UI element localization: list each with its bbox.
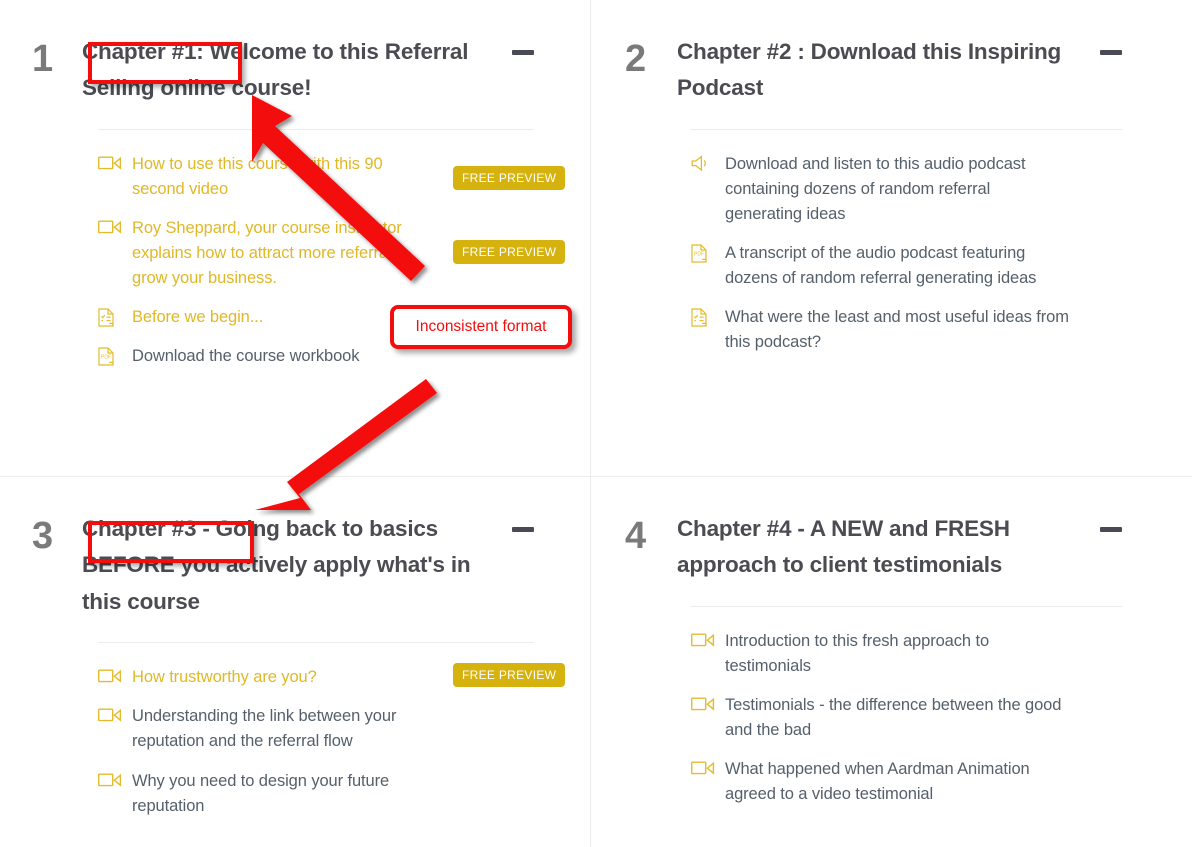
quiz-form-icon — [691, 305, 725, 327]
video-camera-icon — [98, 665, 132, 687]
chapter-header[interactable]: 4 Chapter #4 - A NEW and FRESH approach t… — [625, 511, 1122, 584]
pdf-document-icon: PDF — [98, 344, 132, 366]
chapter-number: 2 — [625, 38, 646, 80]
minus-collapse-icon[interactable] — [1100, 50, 1122, 55]
lesson-item[interactable]: PDF Download the course workbook — [98, 344, 534, 369]
chapter-title: Chapter #2 : Download this Inspiring Pod… — [677, 39, 1062, 101]
lesson-item[interactable]: Testimonials - the difference between th… — [691, 693, 1122, 743]
lesson-label: How trustworthy are you? — [132, 668, 317, 687]
lesson-item[interactable]: How to use this course with this 90 seco… — [98, 152, 566, 202]
chapter-card-4: 4 Chapter #4 - A NEW and FRESH approach t… — [591, 477, 1192, 847]
video-camera-icon — [98, 152, 132, 174]
lesson-label: Introduction to this fresh approach to t… — [725, 631, 990, 675]
lesson-list: Download and listen to this audio podcas… — [691, 130, 1122, 356]
lesson-label: Roy Sheppard, your course instructor exp… — [132, 219, 402, 288]
svg-text:PDF: PDF — [101, 355, 111, 361]
lesson-item[interactable]: Introduction to this fresh approach to t… — [691, 629, 1122, 679]
video-camera-icon — [98, 769, 132, 791]
lesson-label: A transcript of the audio podcast featur… — [725, 244, 1037, 288]
lesson-list: How to use this course with this 90 seco… — [98, 130, 566, 370]
chapter-title: Chapter #4 - A NEW and FRESH approach to… — [677, 516, 1010, 578]
chapter-card-3: 3 Chapter #3 - Going back to basics BEFOR… — [0, 477, 591, 847]
chapter-number: 3 — [32, 515, 53, 557]
lesson-label: Understanding the link between your repu… — [132, 707, 397, 751]
lesson-item[interactable]: Why you need to design your future reput… — [98, 769, 534, 819]
curriculum-grid: 1 Chapter #1: Welcome to this Referral Se… — [0, 0, 1192, 847]
lesson-list: How trustworthy are you? FREE PREVIEW Unde… — [98, 643, 566, 819]
lesson-item[interactable]: Before we begin... — [98, 305, 534, 330]
lesson-item[interactable]: Understanding the link between your repu… — [98, 704, 534, 754]
minus-collapse-icon[interactable] — [1100, 527, 1122, 532]
video-camera-icon — [691, 757, 725, 779]
lesson-item[interactable]: What were the least and most useful idea… — [691, 305, 1122, 355]
chapter-header[interactable]: 3 Chapter #3 - Going back to basics BEFOR… — [32, 511, 534, 620]
video-camera-icon — [691, 629, 725, 651]
minus-collapse-icon[interactable] — [512, 527, 534, 532]
chapter-header[interactable]: 1 Chapter #1: Welcome to this Referral Se… — [32, 34, 534, 107]
chapter-number: 4 — [625, 515, 646, 557]
free-preview-badge[interactable]: FREE PREVIEW — [453, 663, 566, 688]
course-curriculum-page: 1 Chapter #1: Welcome to this Referral Se… — [0, 0, 1192, 847]
lesson-label: Download the course workbook — [132, 347, 360, 366]
lesson-label: Download and listen to this audio podcas… — [725, 154, 1026, 224]
lesson-list: Introduction to this fresh approach to t… — [691, 607, 1122, 807]
chapter-header[interactable]: 2 Chapter #2 : Download this Inspiring Po… — [625, 34, 1122, 107]
free-preview-badge[interactable]: FREE PREVIEW — [453, 240, 566, 265]
lesson-label: Before we begin... — [132, 308, 264, 327]
chapter-card-2: 2 Chapter #2 : Download this Inspiring Po… — [591, 0, 1192, 477]
minus-collapse-icon[interactable] — [512, 50, 534, 55]
video-camera-icon — [98, 704, 132, 726]
lesson-label: How to use this course with this 90 seco… — [132, 154, 383, 198]
pdf-document-icon: PDF — [691, 241, 725, 263]
audio-speaker-icon — [691, 152, 725, 174]
lesson-label: Why you need to design your future reput… — [132, 771, 390, 815]
lesson-label: What happened when Aardman Animation agr… — [725, 760, 1030, 804]
lesson-item[interactable]: How trustworthy are you? FREE PREVIEW — [98, 663, 566, 690]
lesson-item[interactable]: PDF A transcript of the audio podcast fea… — [691, 241, 1122, 291]
chapter-card-1: 1 Chapter #1: Welcome to this Referral Se… — [0, 0, 591, 477]
lesson-item[interactable]: Download and listen to this audio podcas… — [691, 152, 1122, 227]
quiz-form-icon — [98, 305, 132, 327]
lesson-item[interactable]: Roy Sheppard, your course instructor exp… — [98, 216, 566, 291]
free-preview-badge[interactable]: FREE PREVIEW — [453, 165, 566, 190]
chapter-number: 1 — [32, 38, 53, 80]
svg-text:PDF: PDF — [694, 252, 704, 258]
chapter-title: Chapter #1: Welcome to this Referral Sel… — [82, 39, 469, 101]
video-camera-icon — [691, 693, 725, 715]
lesson-label: Testimonials - the difference between th… — [725, 696, 1062, 740]
lesson-item[interactable]: What happened when Aardman Animation agr… — [691, 757, 1122, 807]
video-camera-icon — [98, 216, 132, 238]
lesson-label: What were the least and most useful idea… — [725, 308, 1069, 352]
chapter-title: Chapter #3 - Going back to basics BEFORE… — [82, 516, 471, 614]
